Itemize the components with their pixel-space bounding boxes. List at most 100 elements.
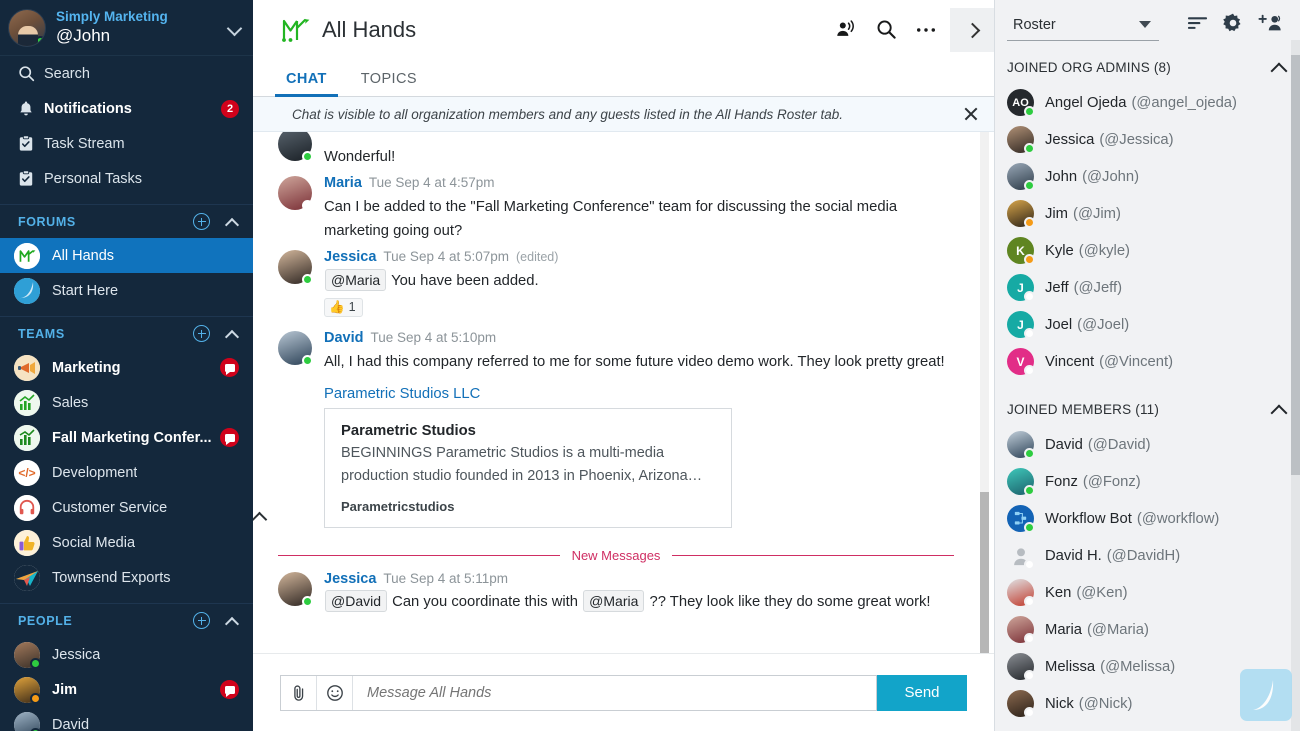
avatar (1007, 505, 1034, 532)
send-button[interactable]: Send (877, 675, 967, 711)
sidebar-item-social-media[interactable]: Social Media (0, 525, 253, 560)
sidebar-item-label: Customer Service (52, 500, 167, 516)
section-title: PEOPLE (18, 614, 72, 628)
mention-pill[interactable]: @David (325, 590, 387, 612)
add-team-icon[interactable] (193, 325, 210, 342)
link-preview-site: Parametricstudios (341, 499, 715, 514)
roster-user-row[interactable]: V Vincent (@Vincent) (995, 343, 1300, 380)
sidebar-item-jessica[interactable]: Jessica (0, 637, 253, 672)
roster-group-header-members[interactable]: JOINED MEMBERS (11) (995, 392, 1300, 426)
roster-group-header-admins[interactable]: JOINED ORG ADMINS (8) (995, 50, 1300, 84)
roster-user-row[interactable]: J Jeff (@Jeff) (995, 269, 1300, 306)
message-input[interactable] (353, 676, 876, 710)
message-text: All, I had this company referred to me f… (324, 350, 954, 374)
sidebar-item-all-hands[interactable]: All Hands (0, 238, 253, 273)
sidebar-item-townsend-exports[interactable]: Townsend Exports (0, 560, 253, 595)
roster-user-row[interactable]: Workflow Bot (@workflow) (995, 500, 1300, 537)
status-dot (1024, 448, 1035, 459)
add-people-icon[interactable] (1258, 13, 1284, 38)
sidebar-item-start-here[interactable]: Start Here (0, 273, 253, 308)
link-url[interactable]: Parametric Studios LLC (324, 386, 954, 402)
sidebar-item-label: All Hands (52, 248, 114, 264)
chevron-up-icon[interactable] (226, 215, 239, 228)
announce-icon[interactable] (826, 10, 866, 50)
message-body-text: Can you coordinate this with (392, 594, 578, 610)
gear-icon[interactable] (1222, 12, 1244, 39)
roster-user-row[interactable]: Maria (@Maria) (995, 611, 1300, 648)
roster-user-row[interactable]: John (@John) (995, 158, 1300, 195)
app-watermark-logo (1240, 669, 1292, 721)
org-switcher[interactable]: Simply Marketing @John (0, 0, 253, 56)
roster-user-row[interactable]: Fonz (@Fonz) (995, 463, 1300, 500)
expand-panel-button[interactable] (950, 8, 994, 52)
message-scrollbar-thumb[interactable] (980, 492, 989, 653)
roster-user-row[interactable]: Ken (@Ken) (995, 574, 1300, 611)
reaction-count: 1 (349, 300, 356, 314)
mention-pill[interactable]: @Maria (583, 590, 644, 612)
section-header-people: PEOPLE (0, 603, 253, 637)
add-person-icon[interactable] (193, 612, 210, 629)
roster-user-row[interactable]: J Joel (@Joel) (995, 306, 1300, 343)
sidebar-nav: Search Notifications 2 Task Stream Pers (0, 56, 253, 196)
sidebar-item-search[interactable]: Search (0, 56, 253, 91)
sort-icon[interactable] (1187, 15, 1208, 36)
roster-user-row[interactable]: K Kyle (@kyle) (995, 232, 1300, 269)
message-author[interactable]: Maria (324, 174, 362, 193)
roster-scrollbar-thumb[interactable] (1291, 55, 1300, 475)
roster-user-name: Jeff (1045, 280, 1069, 296)
smiley-icon[interactable] (317, 676, 353, 710)
roster-user-row[interactable]: David (@David) (995, 426, 1300, 463)
sidebar-item-notifications[interactable]: Notifications 2 (0, 91, 253, 126)
avatar (1007, 616, 1034, 643)
close-icon[interactable] (960, 103, 982, 125)
chevron-up-icon[interactable] (226, 327, 239, 340)
more-icon[interactable] (906, 10, 946, 50)
sidebar-item-david[interactable]: David (0, 707, 253, 731)
sidebar-item-marketing[interactable]: Marketing (0, 350, 253, 385)
roster-user-row[interactable]: AO Angel Ojeda (@angel_ojeda) (995, 84, 1300, 121)
app-root: Simply Marketing @John Search Notificati… (0, 0, 1300, 731)
sidebar-item-fall-marketing-conference[interactable]: Fall Marketing Confer... (0, 420, 253, 455)
chevron-up-icon[interactable] (1271, 402, 1286, 417)
sidebar-item-sales[interactable]: Sales (0, 385, 253, 420)
sidebar-item-label: Sales (52, 395, 88, 411)
status-dot (302, 200, 313, 211)
status-dot (1024, 596, 1035, 607)
notice-text: Chat is visible to all organization memb… (292, 107, 843, 122)
message-author[interactable]: Jessica (324, 248, 376, 267)
roster-user-row[interactable]: David H. (@DavidH) (995, 537, 1300, 574)
roster-group-title: JOINED MEMBERS (11) (1007, 402, 1159, 417)
message-author[interactable]: David (324, 329, 364, 348)
roster-user-row[interactable]: Jessica (@Jessica) (995, 121, 1300, 158)
roster-user-name: Joel (1045, 317, 1072, 333)
chevron-up-icon[interactable] (1271, 60, 1286, 75)
reaction-chip[interactable]: 👍 1 (324, 298, 363, 317)
paperclip-icon[interactable] (281, 676, 317, 710)
link-preview-card[interactable]: Parametric Studios BEGINNINGS Parametric… (324, 408, 732, 528)
tab-chat[interactable]: CHAT (280, 71, 333, 96)
avatar (278, 176, 312, 210)
sidebar-item-jim[interactable]: Jim (0, 672, 253, 707)
tab-topics[interactable]: TOPICS (355, 71, 423, 96)
roster-user-row[interactable]: Jim (@Jim) (995, 195, 1300, 232)
chevron-up-icon[interactable] (253, 509, 267, 523)
reaction-emoji: 👍 (329, 300, 345, 315)
sidebar-item-label: Personal Tasks (44, 171, 142, 187)
sidebar-item-task-stream[interactable]: Task Stream (0, 126, 253, 161)
sidebar-item-personal-tasks[interactable]: Personal Tasks (0, 161, 253, 196)
message-list[interactable]: Wonderful! Maria Tue Sep 4 at 4:57pm (253, 132, 994, 653)
roster-selector[interactable]: Roster (1007, 9, 1159, 41)
message-author[interactable]: Jessica (324, 570, 376, 589)
sidebar-item-label: Task Stream (44, 136, 125, 152)
channel-tabs: CHAT TOPICS (253, 59, 994, 97)
search-icon[interactable] (866, 10, 906, 50)
chevron-down-icon[interactable] (227, 20, 243, 36)
sidebar-item-development[interactable]: </> Development (0, 455, 253, 490)
sidebar-item-customer-service[interactable]: Customer Service (0, 490, 253, 525)
add-forum-icon[interactable] (193, 213, 210, 230)
avatar (14, 712, 40, 731)
avatar (278, 572, 312, 606)
chevron-up-icon[interactable] (226, 614, 239, 627)
mention-pill[interactable]: @Maria (325, 269, 386, 291)
chat-panel: All Hands CHAT TOPICS Chat is (253, 0, 995, 731)
